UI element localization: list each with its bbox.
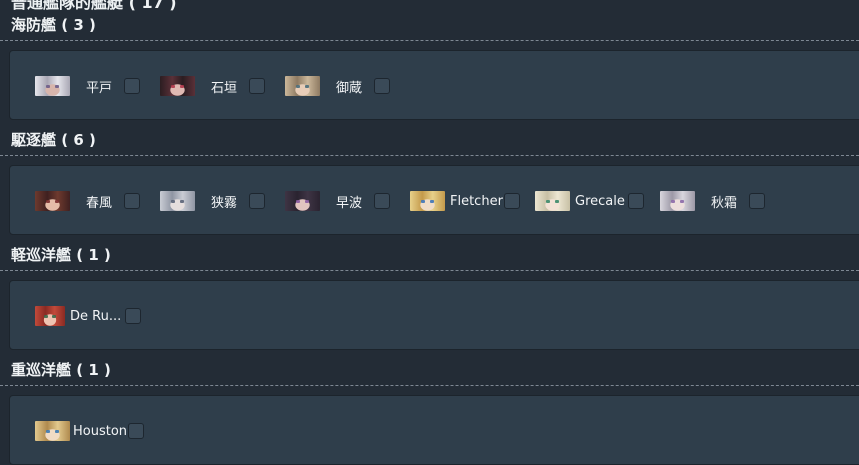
ship-portrait [35,421,70,441]
ship-item: Grecale [535,190,644,212]
section-label: 軽巡洋艦 [11,246,72,264]
ship-item: 平戸 [35,75,141,97]
section-title: 重巡洋艦 ( 1 ) [11,360,111,380]
fleet-heading-partial: 普通艦隊的艦艇 ( 17 ) [11,0,177,12]
ship-checkbox[interactable] [503,193,520,209]
ship-checkbox[interactable] [124,78,141,94]
ship-name: Grecale [575,193,625,209]
ship-panel: De Ru... [9,280,859,350]
ship-name: 春風 [86,195,113,211]
ship-portrait [35,191,70,211]
ship-name: 早波 [336,195,363,211]
section-label: 海防艦 [11,16,57,34]
ship-portrait [35,76,70,96]
section-divider [0,40,859,41]
ship-checkbox[interactable] [128,423,145,439]
ship-portrait [535,191,570,211]
ship-portrait [35,306,65,326]
ship-item: 春風 [35,190,141,212]
ship-name: 御蔵 [336,80,363,96]
ship-item: Fletcher [410,190,520,212]
ship-item: 狭霧 [160,190,266,212]
section-title: 駆逐艦 ( 6 ) [11,130,96,150]
ship-checkbox[interactable] [374,193,391,209]
ship-checkbox[interactable] [125,308,142,324]
section-count: ( 6 ) [61,131,96,149]
ship-portrait [160,191,195,211]
ship-checkbox[interactable] [374,78,391,94]
section-divider [0,385,859,386]
ship-name: Fletcher [450,193,503,209]
section-divider [0,270,859,271]
ship-panel: 春風 狭霧 早波 Fletcher Grecale 秋霜 [9,165,859,235]
section-title: 海防艦 ( 3 ) [11,15,96,35]
ship-name: 狭霧 [211,195,238,211]
ship-checkbox[interactable] [749,193,766,209]
section-label: 重巡洋艦 [11,361,72,379]
ship-item: Houston [35,420,145,442]
ship-checkbox[interactable] [249,193,266,209]
section-count: ( 3 ) [61,16,96,34]
ship-checkbox[interactable] [249,78,266,94]
ship-item: 御蔵 [285,75,391,97]
ship-panel: Houston [9,395,859,465]
section-count: ( 1 ) [76,361,111,379]
ship-item: 石垣 [160,75,266,97]
ship-name: De Ru... [70,308,122,324]
section-label: 駆逐艦 [11,131,57,149]
ship-name: 石垣 [211,80,238,96]
ship-item: 秋霜 [660,190,766,212]
ship-portrait [410,191,445,211]
ship-portrait [660,191,695,211]
ship-name: 平戸 [86,80,113,96]
ship-portrait [285,76,320,96]
ship-portrait [285,191,320,211]
ship-checkbox[interactable] [124,193,141,209]
ship-checkbox[interactable] [627,193,644,209]
ship-portrait [160,76,195,96]
section-count: ( 1 ) [76,246,111,264]
ship-item: 早波 [285,190,391,212]
section-title: 軽巡洋艦 ( 1 ) [11,245,111,265]
ship-name: 秋霜 [711,195,738,211]
ship-panel: 平戸 石垣 御蔵 [9,50,859,120]
ship-item: De Ru... [35,305,142,327]
ship-name: Houston [73,423,128,439]
section-divider [0,155,859,156]
